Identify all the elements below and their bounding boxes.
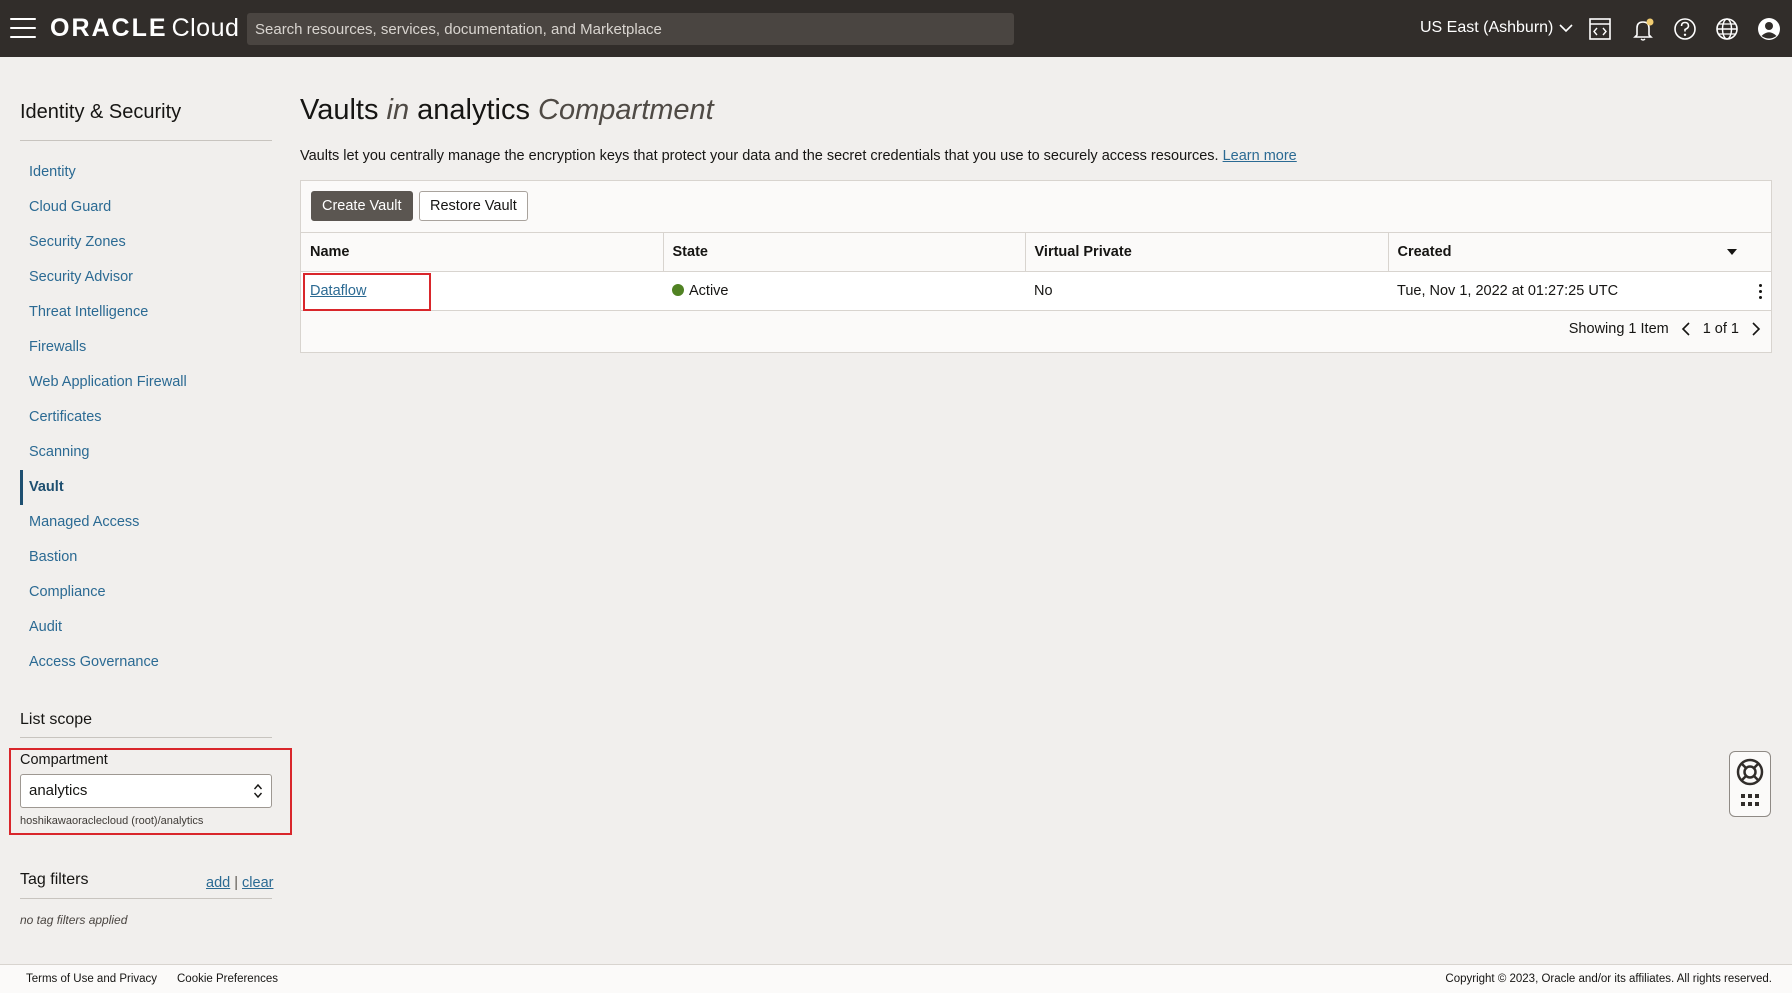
column-header-created-label: Created <box>1397 244 1452 260</box>
page-indicator: 1 of 1 <box>1702 321 1739 337</box>
help-widget[interactable] <box>1729 751 1771 817</box>
title-vaults: Vaults <box>300 94 379 126</box>
cell-state: Active <box>663 271 1025 311</box>
showing-count: Showing 1 Item <box>1568 321 1669 337</box>
help-icon[interactable] <box>1672 16 1698 42</box>
column-header-name[interactable]: Name <box>301 232 664 272</box>
oracle-cloud-logo[interactable]: ORACLE Cloud <box>50 14 239 43</box>
bell-icon[interactable] <box>1630 16 1656 42</box>
cell-created: Tue, Nov 1, 2022 at 01:27:25 UTC <box>1388 271 1771 311</box>
search-input[interactable] <box>247 13 1014 45</box>
tag-add-link[interactable]: add <box>206 875 230 891</box>
sidebar-nav: Identity Cloud Guard Security Zones Secu… <box>20 155 272 680</box>
table-row: Dataflow Active No Tue, Nov 1, 2022 at 0… <box>301 271 1771 311</box>
sidebar-item-firewalls[interactable]: Firewalls <box>20 330 272 365</box>
sidebar-item-managed-access[interactable]: Managed Access <box>20 505 272 540</box>
compartment-path: hoshikawaoraclecloud (root)/analytics <box>20 815 204 827</box>
menu-icon[interactable] <box>10 18 36 38</box>
sidebar-item-security-zones[interactable]: Security Zones <box>20 225 272 260</box>
pagination: Showing 1 Item 1 of 1 <box>1569 321 1763 337</box>
list-scope-title: List scope <box>20 711 93 728</box>
vaults-table: Name State Virtual Private Created Dataf… <box>301 232 1771 311</box>
lifebuoy-icon <box>1736 758 1764 806</box>
sidebar-item-audit[interactable]: Audit <box>20 610 272 645</box>
title-in: in <box>386 94 410 126</box>
tag-filter-links: add | clear <box>206 875 273 891</box>
page-title: Vaults in analytics Compartment <box>300 94 714 127</box>
compartment-label: Compartment <box>20 752 108 768</box>
tag-clear-link[interactable]: clear <box>242 875 273 891</box>
sidebar-item-cloud-guard[interactable]: Cloud Guard <box>20 190 272 225</box>
sidebar-title: Identity & Security <box>20 101 182 123</box>
page-description: Vaults let you centrally manage the encr… <box>300 148 1297 164</box>
column-header-virtual-private[interactable]: Virtual Private <box>1025 232 1389 272</box>
scope-divider <box>20 737 272 738</box>
sidebar-item-compliance[interactable]: Compliance <box>20 575 272 610</box>
brand-cloud: Cloud <box>171 14 240 42</box>
create-vault-button[interactable]: Create Vault <box>311 191 413 221</box>
restore-vault-button[interactable]: Restore Vault <box>419 191 528 221</box>
sidebar-item-threat-intelligence[interactable]: Threat Intelligence <box>20 295 272 330</box>
status-dot-icon <box>672 284 684 296</box>
cookie-preferences-link[interactable]: Cookie Preferences <box>177 973 278 985</box>
sort-caret-icon[interactable] <box>1727 249 1737 255</box>
vault-state: Active <box>689 283 729 299</box>
title-compartment-word: Compartment <box>538 94 714 126</box>
vaults-list-panel: Create Vault Restore Vault Name State Vi… <box>300 180 1772 353</box>
tag-divider <box>20 898 272 899</box>
column-header-state[interactable]: State <box>663 232 1026 272</box>
tag-none-text: no tag filters applied <box>20 913 128 927</box>
sidebar-item-waf[interactable]: Web Application Firewall <box>20 365 272 400</box>
sidebar-item-certificates[interactable]: Certificates <box>20 400 272 435</box>
region-label: US East (Ashburn) <box>1420 19 1554 36</box>
copyright-text: Copyright © 2023, Oracle and/or its affi… <box>1445 973 1772 985</box>
description-text: Vaults let you centrally manage the encr… <box>300 148 1219 164</box>
tag-separator: | <box>234 875 239 891</box>
compartment-value: analytics <box>29 782 88 799</box>
globe-icon[interactable] <box>1714 16 1740 42</box>
column-header-created[interactable]: Created <box>1388 232 1771 272</box>
top-header: ORACLECloud US East (Ashburn) <box>0 0 1792 57</box>
terms-link[interactable]: Terms of Use and Privacy <box>26 973 157 985</box>
cell-virtual-private: No <box>1025 271 1388 311</box>
sidebar-item-access-governance[interactable]: Access Governance <box>20 645 272 680</box>
vault-name-link[interactable]: Dataflow <box>310 283 366 299</box>
sidebar-divider <box>20 140 272 141</box>
cell-name: Dataflow <box>301 271 663 311</box>
profile-icon[interactable] <box>1756 16 1782 42</box>
sidebar-item-security-advisor[interactable]: Security Advisor <box>20 260 272 295</box>
brand-oracle: ORACLE <box>50 14 168 42</box>
prev-page-icon[interactable] <box>1679 321 1693 337</box>
region-selector[interactable]: US East (Ashburn) <box>1420 19 1573 37</box>
chevron-down-icon <box>1559 24 1573 33</box>
table-header-row: Name State Virtual Private Created <box>301 232 1771 272</box>
tag-filters-title: Tag filters <box>20 871 89 888</box>
compartment-select[interactable]: analytics <box>20 774 272 808</box>
select-updown-icon <box>253 783 263 799</box>
sidebar-item-scanning[interactable]: Scanning <box>20 435 272 470</box>
row-actions-kebab-icon[interactable] <box>1759 284 1763 300</box>
vault-created: Tue, Nov 1, 2022 at 01:27:25 UTC <box>1397 283 1619 299</box>
page-footer: Terms of Use and Privacy Cookie Preferen… <box>0 964 1792 993</box>
sidebar-item-bastion[interactable]: Bastion <box>20 540 272 575</box>
title-compartment-name: analytics <box>417 94 530 126</box>
learn-more-link[interactable]: Learn more <box>1223 148 1297 164</box>
code-editor-icon[interactable] <box>1587 16 1613 42</box>
sidebar-item-identity[interactable]: Identity <box>20 155 272 190</box>
next-page-icon[interactable] <box>1749 321 1763 337</box>
sidebar-item-vault[interactable]: Vault <box>20 470 272 505</box>
